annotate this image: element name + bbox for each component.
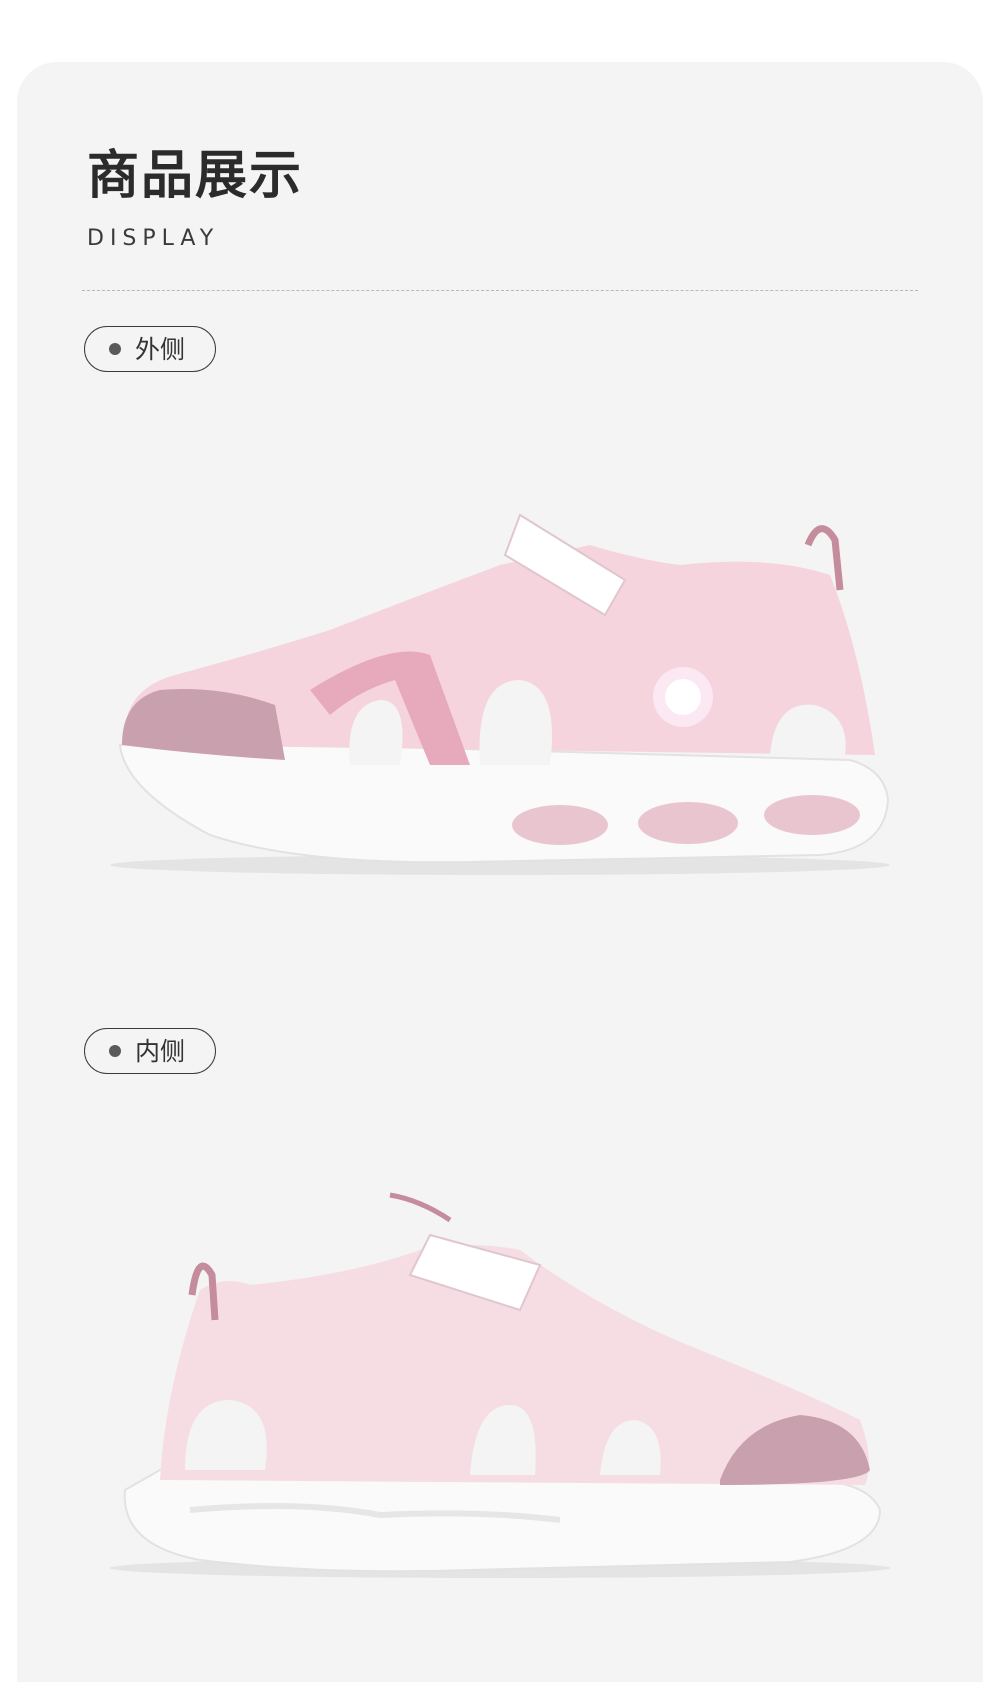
view-tag-inner-label: 内侧 [135, 1036, 186, 1066]
section-title: 商品展示 [87, 146, 304, 206]
view-tag-outer: 外侧 [84, 326, 216, 372]
view-tag-inner: 内侧 [84, 1028, 216, 1074]
section-subtitle: DISPLAY [87, 226, 220, 251]
shoe-inner-side-image [110, 1192, 890, 1578]
bullet-dot-icon [109, 343, 121, 355]
shoe-outer-side-image [110, 513, 890, 875]
bullet-dot-icon [109, 1045, 121, 1057]
view-tag-outer-label: 外侧 [135, 334, 186, 364]
dashed-divider [82, 290, 918, 291]
